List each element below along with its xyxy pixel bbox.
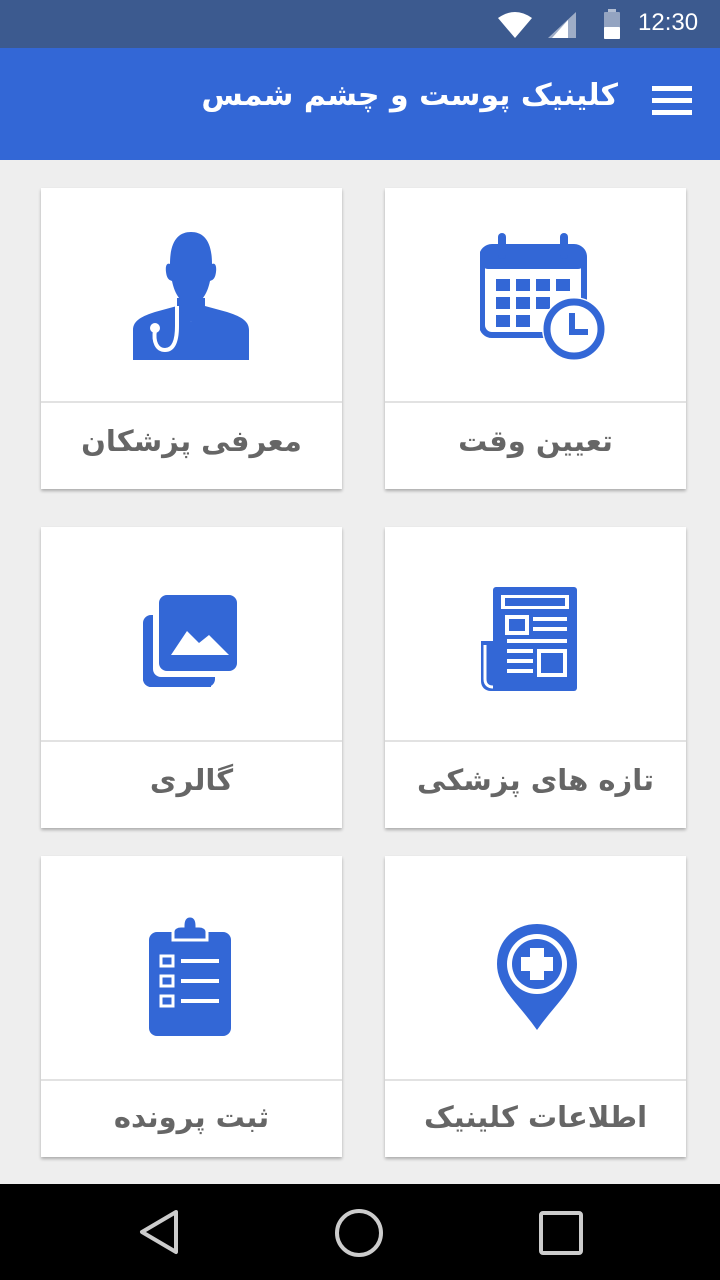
tile-icon-area	[41, 188, 342, 403]
signal-icon	[548, 12, 576, 38]
tile-record[interactable]: ثبت پرونده	[41, 856, 342, 1157]
app-title: کلینیک پوست و چشم شمس	[201, 78, 618, 113]
tile-label: گالری	[149, 763, 234, 797]
tile-clinic-info[interactable]: اطلاعات کلینیک	[385, 856, 686, 1157]
status-time: 12:30	[638, 9, 699, 36]
tile-icon-area	[41, 856, 342, 1081]
tile-label: تازه های پزشکی	[416, 763, 654, 797]
tile-doctors[interactable]: معرفی پزشکان	[41, 188, 342, 489]
tile-news[interactable]: تازه های پزشکی	[385, 527, 686, 828]
calendar-clock-icon	[480, 233, 606, 361]
tile-gallery[interactable]: گالری	[41, 527, 342, 828]
tile-label: تعیین وقت	[458, 424, 613, 458]
tile-label: ثبت پرونده	[113, 1100, 270, 1134]
tile-icon-area	[385, 188, 686, 403]
app-bar: کلینیک پوست و چشم شمس	[0, 48, 720, 160]
status-bar: 12:30	[0, 0, 720, 48]
doctor-icon	[133, 232, 249, 360]
back-icon[interactable]	[136, 1208, 184, 1256]
newspaper-icon	[481, 587, 577, 691]
tile-icon-area	[385, 856, 686, 1081]
tile-icon-area	[385, 527, 686, 742]
hamburger-menu-icon[interactable]	[650, 83, 696, 123]
gallery-icon	[143, 595, 237, 687]
tile-label: اطلاعات کلینیک	[423, 1100, 648, 1134]
medical-location-icon	[497, 924, 577, 1030]
tile-label: معرفی پزشکان	[81, 424, 302, 458]
battery-icon	[604, 9, 620, 39]
home-icon[interactable]	[333, 1207, 385, 1259]
tile-appointment[interactable]: تعیین وقت	[385, 188, 686, 489]
wifi-icon	[498, 12, 532, 38]
tile-icon-area	[41, 527, 342, 742]
recents-icon[interactable]	[538, 1210, 584, 1256]
navigation-bar	[0, 1184, 720, 1280]
clipboard-checklist-icon	[149, 914, 231, 1036]
